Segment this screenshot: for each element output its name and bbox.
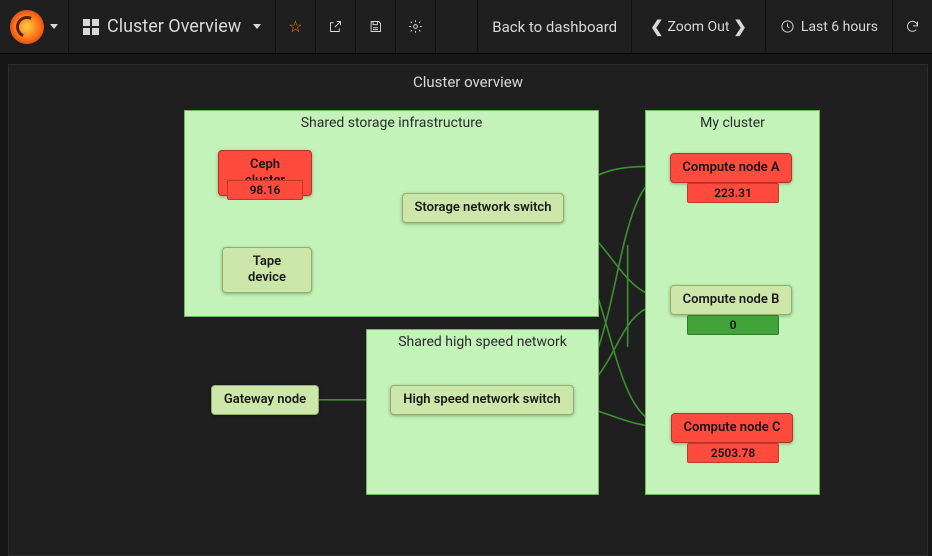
- node-tape-device[interactable]: Tape device: [222, 247, 312, 293]
- zoom-out-button[interactable]: ❮ Zoom Out ❯: [632, 0, 766, 53]
- settings-button[interactable]: [396, 0, 436, 53]
- star-button[interactable]: ☆: [276, 0, 315, 53]
- chevron-left-icon: ❮: [646, 17, 667, 36]
- node-compa-label: Compute node A: [682, 160, 779, 175]
- top-navbar: Cluster Overview ☆ Back to dashboard ❮ Z…: [0, 0, 932, 54]
- node-compc-label: Compute node C: [684, 420, 781, 435]
- star-icon: ☆: [288, 17, 302, 36]
- save-icon: [368, 19, 383, 34]
- chevron-down-icon: [253, 24, 261, 29]
- panel-cluster-overview: Cluster overview: [8, 64, 928, 556]
- group-storage-title: Shared storage infrastructure: [185, 115, 598, 131]
- share-icon: [328, 19, 343, 34]
- grafana-logo-menu[interactable]: [0, 0, 69, 53]
- navbar-spacer: [436, 0, 478, 53]
- dashboard-grid-icon: [83, 19, 99, 35]
- refresh-icon: [905, 19, 920, 34]
- grafana-logo-icon: [10, 10, 44, 44]
- topology-diagram[interactable]: Shared storage infrastructure Shared hig…: [9, 95, 927, 545]
- node-tape-label: Tape device: [248, 254, 286, 285]
- node-compb-label: Compute node B: [683, 292, 780, 307]
- group-cluster-title: My cluster: [646, 115, 819, 131]
- dashboard-title: Cluster Overview: [107, 16, 241, 37]
- panel-title: Cluster overview: [9, 65, 927, 95]
- chevron-right-icon: ❯: [729, 17, 750, 36]
- zoom-label: Zoom Out: [668, 19, 730, 35]
- group-network-title: Shared high speed network: [367, 334, 598, 350]
- node-gateway-label: Gateway node: [224, 392, 306, 407]
- share-button[interactable]: [316, 0, 356, 53]
- save-button[interactable]: [356, 0, 396, 53]
- time-range-picker[interactable]: Last 6 hours: [766, 0, 893, 53]
- refresh-button[interactable]: [893, 0, 932, 53]
- node-hs-switch[interactable]: High speed network switch: [390, 385, 574, 415]
- node-compute-c[interactable]: Compute node C: [671, 413, 793, 443]
- node-hsswitch-label: High speed network switch: [403, 392, 560, 407]
- badge-compute-a-value: 223.31: [687, 183, 779, 203]
- chevron-down-icon: [50, 24, 58, 29]
- timerange-label: Last 6 hours: [801, 19, 878, 35]
- badge-compute-c-value: 2503.78: [687, 443, 779, 463]
- back-label: Back to dashboard: [492, 18, 617, 36]
- badge-compute-b-value: 0: [687, 315, 779, 335]
- node-compute-b[interactable]: Compute node B: [670, 285, 792, 315]
- node-gateway[interactable]: Gateway node: [211, 385, 319, 415]
- clock-icon: [780, 19, 795, 34]
- node-storage-switch[interactable]: Storage network switch: [402, 193, 564, 223]
- dashboard-picker[interactable]: Cluster Overview: [69, 0, 276, 53]
- back-to-dashboard-button[interactable]: Back to dashboard: [477, 0, 632, 53]
- gear-icon: [408, 19, 423, 34]
- badge-ceph-value: 98.16: [227, 180, 303, 200]
- node-compute-a[interactable]: Compute node A: [670, 153, 792, 183]
- node-stswitch-label: Storage network switch: [415, 200, 552, 215]
